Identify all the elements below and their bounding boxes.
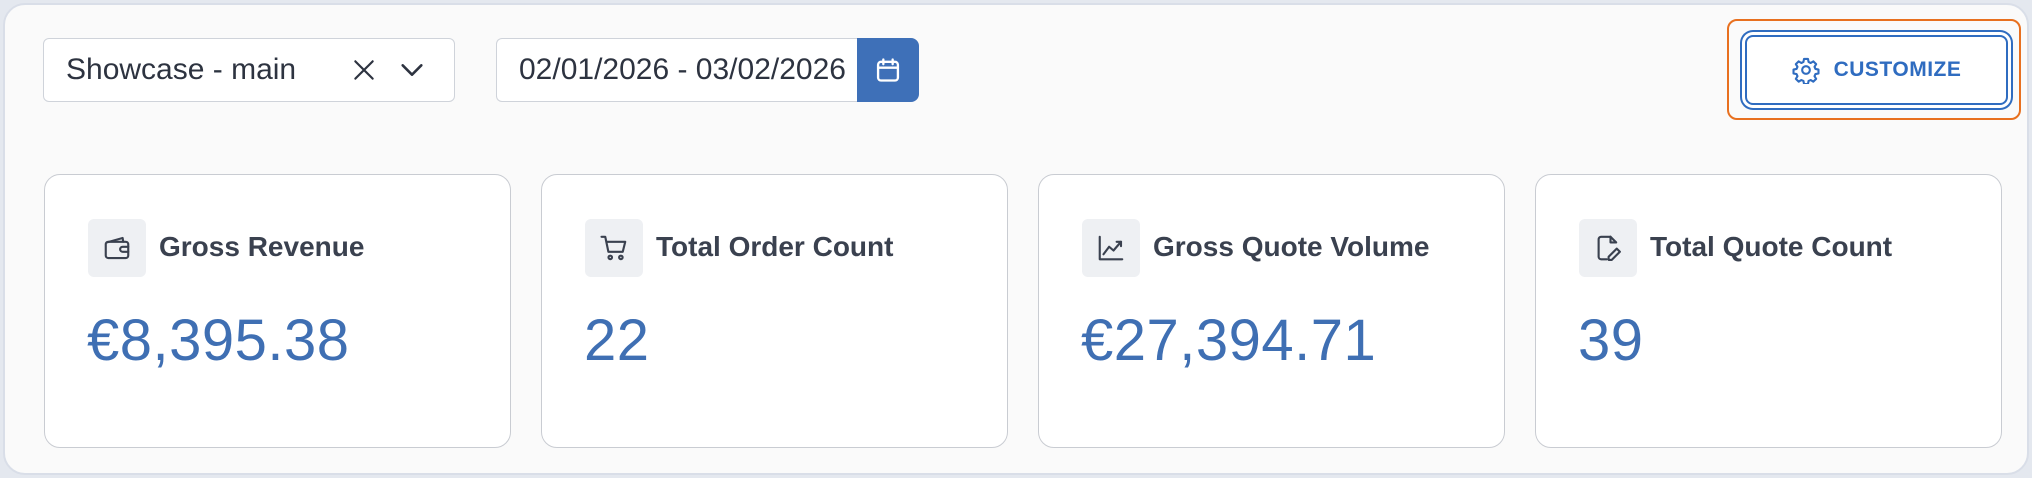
metric-value: €8,395.38: [87, 308, 350, 373]
metric-value: 39: [1578, 308, 1644, 373]
customize-label: CUSTOMIZE: [1833, 58, 1962, 81]
chevron-down-icon: [401, 64, 423, 76]
metric-card-total-order-count: Total Order Count 22: [541, 174, 1008, 448]
quote-edit-icon: [1597, 235, 1621, 261]
metric-icon-box: [88, 219, 146, 277]
store-scope-value: Showcase - main: [66, 53, 297, 86]
date-range-input[interactable]: [496, 38, 857, 102]
metric-card-gross-revenue: Gross Revenue €8,395.38: [44, 174, 511, 448]
date-range-picker: [496, 38, 919, 102]
cart-icon: [600, 235, 627, 261]
wallet-icon: [104, 236, 130, 260]
trend-chart-icon: [1098, 235, 1124, 261]
metric-value: €27,394.71: [1081, 308, 1377, 373]
gear-icon: [1792, 57, 1820, 84]
metric-icon-box: [1082, 219, 1140, 277]
dashboard-panel: Showcase - main CUSTOMIZE: [3, 3, 2029, 475]
metric-card-total-quote-count: Total Quote Count 39: [1535, 174, 2002, 448]
metric-icon-box: [1579, 219, 1637, 277]
metric-title: Total Quote Count: [1650, 231, 1893, 262]
metric-icon-box: [585, 219, 643, 277]
metric-title: Gross Revenue: [159, 231, 365, 262]
store-scope-select[interactable]: Showcase - main: [43, 38, 455, 102]
calendar-button[interactable]: [857, 38, 919, 102]
close-icon: [354, 60, 374, 80]
clear-selection-button[interactable]: [340, 46, 388, 94]
metric-value: 22: [584, 308, 650, 373]
metric-title: Gross Quote Volume: [1153, 231, 1430, 262]
metric-card-gross-quote-volume: Gross Quote Volume €27,394.71: [1038, 174, 1505, 448]
calendar-icon: [876, 58, 900, 82]
metric-title: Total Order Count: [656, 231, 894, 262]
customize-button[interactable]: CUSTOMIZE: [1745, 35, 2008, 105]
dropdown-toggle-button[interactable]: [388, 46, 436, 94]
